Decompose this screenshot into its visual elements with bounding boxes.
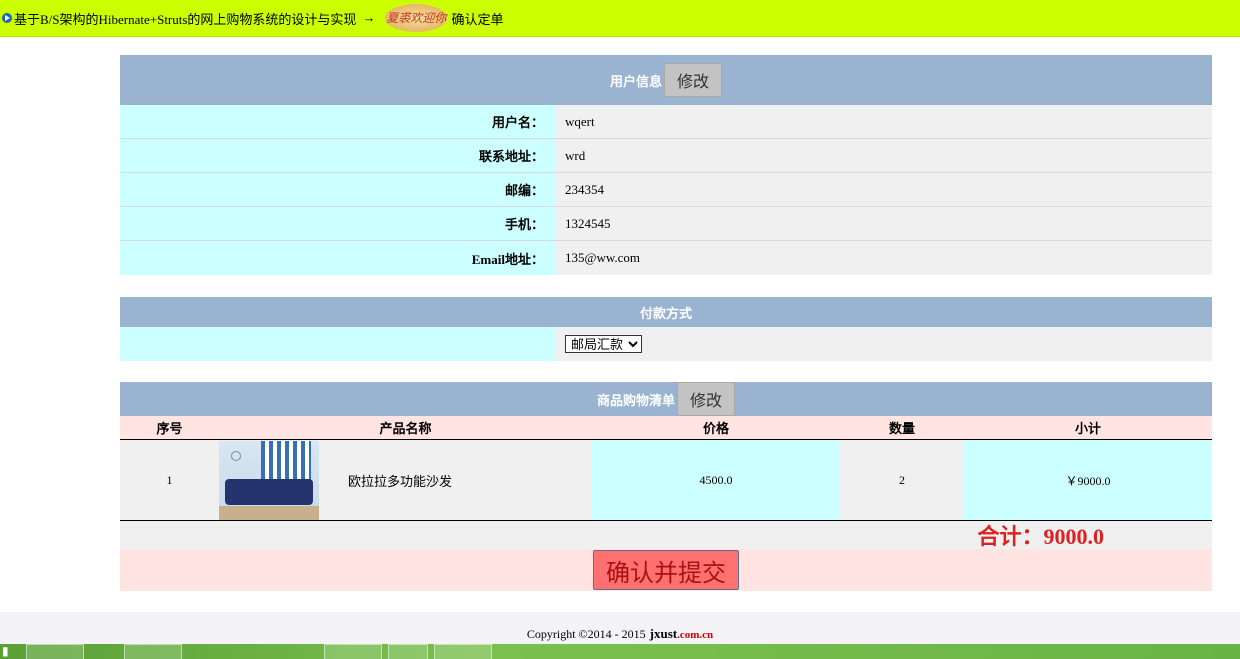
top-breadcrumb-bar: 基于B/S架构的Hibernate+Struts的网上购物系统的设计与实现 → … bbox=[0, 0, 1240, 37]
payment-header: 付款方式 bbox=[120, 297, 1212, 327]
edit-user-info-button[interactable]: 修改 bbox=[664, 63, 723, 97]
field-value-phone: 1324545 bbox=[556, 207, 1212, 240]
taskbar-firefox-icon[interactable] bbox=[256, 644, 284, 659]
image-floor bbox=[219, 505, 319, 520]
product-name: 欧拉拉多功能沙发 bbox=[348, 473, 453, 489]
payment-method-select[interactable]: 邮局汇款 bbox=[565, 335, 642, 353]
product-image[interactable] bbox=[219, 440, 319, 520]
col-header-qty: 数量 bbox=[888, 421, 915, 436]
site-title: 基于B/S架构的Hibernate+Struts的网上购物系统的设计与实现 bbox=[14, 11, 357, 27]
cell-product: 欧拉拉多功能沙发 bbox=[219, 440, 592, 520]
col-header-index: 序号 bbox=[156, 421, 183, 436]
brand-main: jxust bbox=[649, 626, 678, 641]
total-row: 合计：9000.0 bbox=[120, 521, 1212, 549]
field-label: 用户名： bbox=[120, 105, 556, 138]
field-value-email: 135@ww.com bbox=[556, 241, 1212, 275]
submit-row: 确认并提交 bbox=[120, 549, 1212, 591]
field-value-username: wqert bbox=[556, 105, 1212, 138]
field-value-address: wrd bbox=[556, 139, 1212, 172]
breadcrumb-arrow: → bbox=[362, 10, 376, 25]
user-field-row: 联系地址： wrd bbox=[120, 139, 1212, 173]
payment-row: 邮局汇款 bbox=[120, 327, 1212, 361]
cell-qty: 2 bbox=[840, 440, 964, 520]
field-label: Email地址： bbox=[120, 241, 556, 275]
cart-header: 商品购物清单 修改 bbox=[120, 382, 1212, 416]
page-name: 确认定单 bbox=[451, 11, 504, 27]
taskbar-folder-icon[interactable] bbox=[26, 644, 84, 659]
user-field-row: Email地址： 135@ww.com bbox=[120, 241, 1212, 275]
taskbar-powerpoint-icon[interactable] bbox=[324, 644, 382, 659]
user-info-header: 用户信息 修改 bbox=[120, 55, 1212, 105]
payment-title: 付款方式 bbox=[639, 305, 692, 321]
payment-label-cell bbox=[120, 327, 556, 361]
payment-section: 付款方式 邮局汇款 bbox=[120, 297, 1212, 361]
edit-cart-button[interactable]: 修改 bbox=[677, 382, 736, 416]
field-label: 手机： bbox=[120, 207, 556, 240]
taskbar-app-icon[interactable] bbox=[90, 644, 118, 659]
start-icon[interactable]: ▮ bbox=[0, 644, 20, 659]
taskbar-app-icon[interactable] bbox=[388, 644, 428, 659]
brand-suffix: .com.cn bbox=[677, 629, 714, 641]
cell-subtotal: ￥9000.0 bbox=[964, 440, 1212, 520]
cell-index: 1 bbox=[120, 440, 219, 520]
field-label: 邮编： bbox=[120, 173, 556, 206]
cart-title: 商品购物清单 bbox=[596, 392, 675, 408]
user-info-title: 用户信息 bbox=[609, 73, 662, 89]
cart-section: 商品购物清单 修改 序号 产品名称 价格 数量 小计 1 欧拉拉多功能沙发 45… bbox=[120, 382, 1212, 591]
footer-brand: jxust.com.cn bbox=[650, 626, 714, 642]
col-header-price: 价格 bbox=[702, 421, 729, 436]
user-field-row: 手机： 1324545 bbox=[120, 207, 1212, 241]
footer: Copyright ©2014 - 2015 jxust.com.cn bbox=[0, 612, 1240, 644]
field-value-zipcode: 234354 bbox=[556, 173, 1212, 206]
taskbar-app-icon[interactable] bbox=[188, 644, 216, 659]
taskbar-browser-icon[interactable] bbox=[124, 644, 182, 659]
table-row: 1 欧拉拉多功能沙发 4500.0 2 ￥9000.0 bbox=[120, 440, 1212, 521]
user-field-row: 用户名： wqert bbox=[120, 105, 1212, 139]
user-info-section: 用户信息 修改 用户名： wqert 联系地址： wrd 邮编： 234354 … bbox=[120, 55, 1212, 275]
taskbar-app-icon[interactable] bbox=[222, 644, 250, 659]
total-amount: 合计：9000.0 bbox=[977, 524, 1104, 549]
os-taskbar: ▮ bbox=[0, 644, 1240, 659]
taskbar-app-icon[interactable] bbox=[434, 644, 492, 659]
user-field-row: 邮编： 234354 bbox=[120, 173, 1212, 207]
welcome-logo: 夏裘欢迎你 bbox=[385, 4, 448, 32]
image-lamp bbox=[231, 450, 241, 461]
image-sofa bbox=[225, 478, 313, 505]
col-header-name: 产品名称 bbox=[379, 421, 432, 436]
col-header-subtotal: 小计 bbox=[1074, 421, 1101, 436]
cell-price: 4500.0 bbox=[592, 440, 840, 520]
field-label: 联系地址： bbox=[120, 139, 556, 172]
confirm-submit-button[interactable]: 确认并提交 bbox=[593, 550, 739, 590]
copyright-text: Copyright ©2014 - 2015 bbox=[526, 627, 646, 641]
taskbar-qq-icon[interactable] bbox=[290, 644, 318, 659]
cart-column-headers: 序号 产品名称 价格 数量 小计 bbox=[120, 416, 1212, 440]
bullet-arrow-icon bbox=[2, 13, 12, 23]
payment-select-cell: 邮局汇款 bbox=[556, 327, 1212, 361]
